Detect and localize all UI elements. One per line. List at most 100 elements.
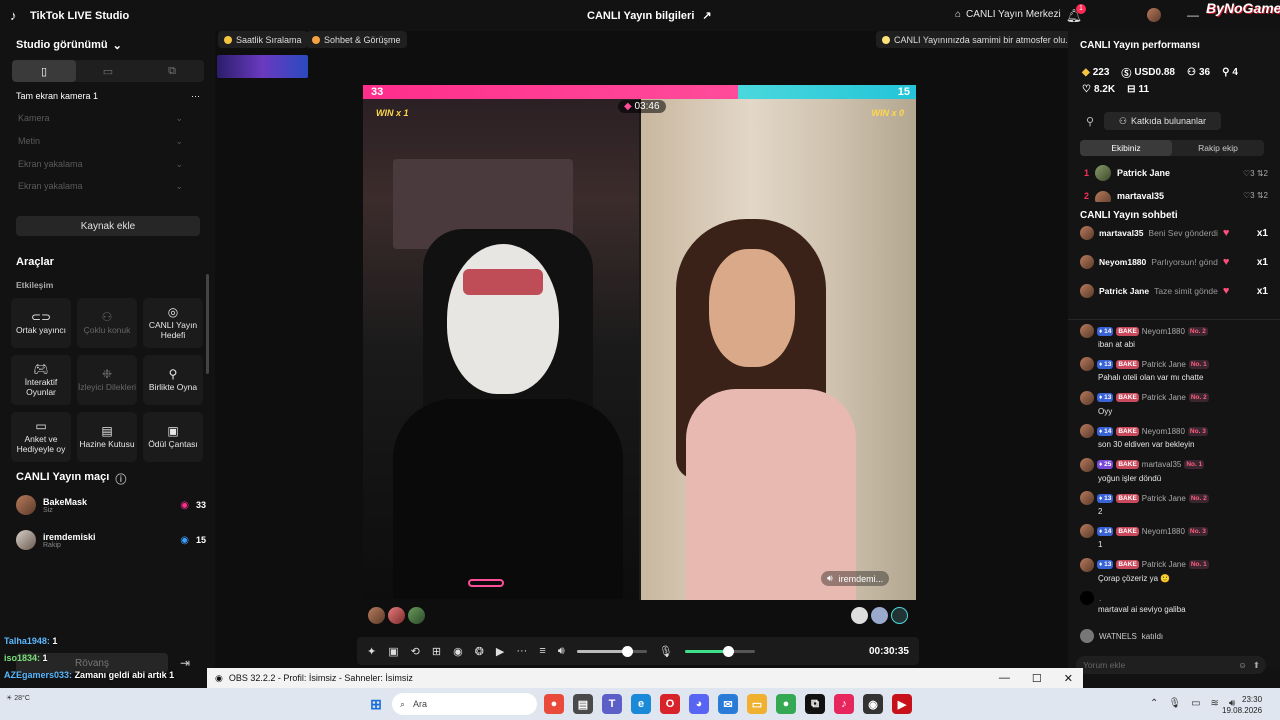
effects-icon[interactable]: ▣ [388, 645, 398, 658]
magic-wand-icon[interactable]: ✦ [367, 645, 376, 658]
landscape-layout-button[interactable]: ▭ [76, 60, 140, 82]
contributors-button[interactable]: ⚇ Katkıda bulunanlar [1104, 112, 1221, 130]
studio-view-dropdown[interactable]: Studio görünümü ⌄ [16, 39, 122, 52]
start-button[interactable]: ⊞ [366, 694, 386, 714]
emoji-icon[interactable]: ☺ [1238, 660, 1247, 670]
chat-user[interactable]: Patrick Jane [1142, 360, 1186, 369]
avatar[interactable] [408, 607, 425, 624]
opponent-tag[interactable]: 🔊︎ iremdemi... [821, 571, 890, 586]
volume-icon[interactable]: 🔊︎ [558, 645, 565, 658]
profile-avatar[interactable] [1147, 8, 1161, 22]
chat-user[interactable]: Patrick Jane [1142, 393, 1186, 402]
media-player-icon[interactable]: ▶ [892, 694, 912, 714]
info-icon[interactable]: ⓘ [115, 471, 126, 487]
mic-slider[interactable] [684, 645, 755, 657]
scene-name: Tam ekran kamera 1 [16, 91, 99, 101]
obs-window-bar[interactable]: ◉ OBS 32.2.2 - Profil: İsimsiz - Sahnele… [207, 668, 1083, 688]
teams-icon[interactable]: T [602, 694, 622, 714]
avatar[interactable] [871, 607, 888, 624]
volume-knob[interactable] [622, 645, 634, 657]
chat-user[interactable]: Patrick Jane [1142, 494, 1186, 503]
tool-wish[interactable]: ❉ İzleyici Dilekleri [77, 355, 137, 405]
event-banner[interactable] [217, 55, 308, 78]
more-icon[interactable]: ··· [191, 91, 200, 101]
close-button[interactable]: ✕ [1064, 672, 1073, 685]
exit-icon[interactable]: ⇥ [180, 656, 190, 670]
mic-knob[interactable] [723, 645, 735, 657]
source-camera[interactable]: Kamera ⌄ [18, 113, 183, 124]
record-icon[interactable]: ◉ [453, 645, 463, 658]
tools-scrollbar[interactable] [206, 274, 209, 374]
opera-icon[interactable]: O [660, 694, 680, 714]
portrait-layout-button[interactable]: ▯ [12, 60, 76, 82]
comment-input[interactable]: Yorum ekle ☺ ⬆ [1076, 656, 1266, 674]
minimize-button[interactable]: — [999, 672, 1010, 685]
clock[interactable]: 23:30 19.08.2026 [1222, 694, 1262, 716]
chrome-icon[interactable]: ● [544, 694, 564, 714]
minimize-button[interactable]: — [1187, 8, 1199, 22]
avatar[interactable] [851, 607, 868, 624]
screen-add-icon[interactable]: ⊞ [432, 645, 441, 658]
tool-bag[interactable]: ▣ Ödül Çantası [143, 412, 203, 462]
share-icon[interactable]: ↗ [702, 9, 711, 22]
tool-chest[interactable]: ▤ Hazine Kutusu [77, 412, 137, 462]
level-value: 13 [1104, 561, 1112, 569]
user-settings-icon[interactable]: ⚲ [1086, 115, 1094, 128]
mic-tray-icon[interactable]: 🎙︎ [1168, 698, 1181, 709]
scene-header[interactable]: Tam ekran kamera 1 ··· [16, 91, 200, 101]
capcut-icon[interactable]: ⧉ [805, 694, 825, 714]
avatar[interactable] [368, 607, 385, 624]
tip-banner[interactable]: CANLI Yayınınızda samimi bir atmosfer ol… [876, 31, 1079, 48]
maximize-button[interactable]: ☐ [1032, 672, 1042, 685]
bell-icon[interactable]: 🔔︎ 1 [1064, 4, 1086, 26]
tool-target[interactable]: ◎ CANLI Yayın Hedefi [143, 298, 203, 348]
chat-user[interactable]: Neyom1880 [1142, 527, 1185, 536]
chat-user[interactable]: Neyom1880 [1142, 327, 1185, 336]
live-center-button[interactable]: ⌂ CANLI Yayın Merkezi [955, 9, 1061, 20]
obs-taskbar-icon[interactable]: ◉ [863, 694, 883, 714]
coin-icon: ◆ [1082, 67, 1090, 78]
chat-user[interactable]: Patrick Jane [1142, 560, 1186, 569]
microphone-icon[interactable]: 🎙︎ [659, 645, 673, 658]
taskbar-search[interactable]: ⌕ Ara [392, 693, 537, 715]
chat-user[interactable]: martaval35 [1142, 460, 1182, 469]
chat-user[interactable]: Neyom1880 [1142, 427, 1185, 436]
more-icon[interactable]: ··· [516, 645, 527, 657]
chevron-up-icon[interactable]: ⌃ [1150, 698, 1158, 709]
chrome-profile-icon[interactable]: ● [776, 694, 796, 714]
source-text[interactable]: Metin ⌄ [18, 136, 183, 147]
chevron-down-icon: ⌄ [112, 40, 122, 52]
tool-users[interactable]: ⚇ Çoklu konuk [77, 298, 137, 348]
wifi-icon[interactable]: ≋ [1211, 698, 1219, 709]
folder-icon[interactable]: ▭ [747, 694, 767, 714]
top [686, 389, 856, 600]
add-source-button[interactable]: Kaynak ekle [16, 216, 200, 236]
live-info-title[interactable]: CANLI Yayın bilgileri ↗ [587, 9, 712, 23]
store-icon[interactable]: ▤ [573, 694, 593, 714]
display-icon[interactable]: ▭ [1191, 698, 1200, 709]
video-icon[interactable]: ▶ [496, 645, 504, 658]
tab-your-team[interactable]: Ekibiniz [1080, 140, 1172, 156]
discord-icon[interactable]: ◕ [689, 694, 709, 714]
tab-rival-team[interactable]: Rakip ekip [1172, 140, 1264, 156]
tool-poll[interactable]: ▭ Anket ve Hediyeyle oy [11, 412, 71, 462]
tiktok-studio-icon[interactable]: ♪ [834, 694, 854, 714]
tool-gamepad[interactable]: 🎮︎ İnteraktif Oyunlar [11, 355, 71, 405]
weather-widget[interactable]: ☀ 28°C [6, 694, 30, 703]
send-icon[interactable]: ⬆ [1253, 660, 1260, 671]
source-screen-2[interactable]: Ekran yakalama ⌄ [18, 181, 183, 192]
camera-flip-icon[interactable]: ⟲ [411, 645, 420, 658]
filter-icon[interactable]: ❂ [475, 645, 484, 658]
edge-icon[interactable]: e [631, 694, 651, 714]
tool-link[interactable]: ⊂⊃ Ortak yayıncı [11, 298, 71, 348]
tool-joystick[interactable]: ⚲ Birlikte Oyna [143, 355, 203, 405]
source-screen-1[interactable]: Ekran yakalama ⌄ [18, 159, 183, 170]
hourly-ranking-pill[interactable]: Saatlik Sıralama [218, 31, 308, 48]
split-layout-button[interactable]: ⧉ [140, 60, 204, 82]
volume-slider[interactable] [576, 645, 647, 657]
settings-sliders-icon[interactable]: ≡ [539, 645, 545, 657]
avatar[interactable] [388, 607, 405, 624]
avatar[interactable] [891, 607, 908, 624]
mail-icon[interactable]: ✉ [718, 694, 738, 714]
chat-call-pill[interactable]: Sohbet & Görüşme [306, 31, 407, 48]
